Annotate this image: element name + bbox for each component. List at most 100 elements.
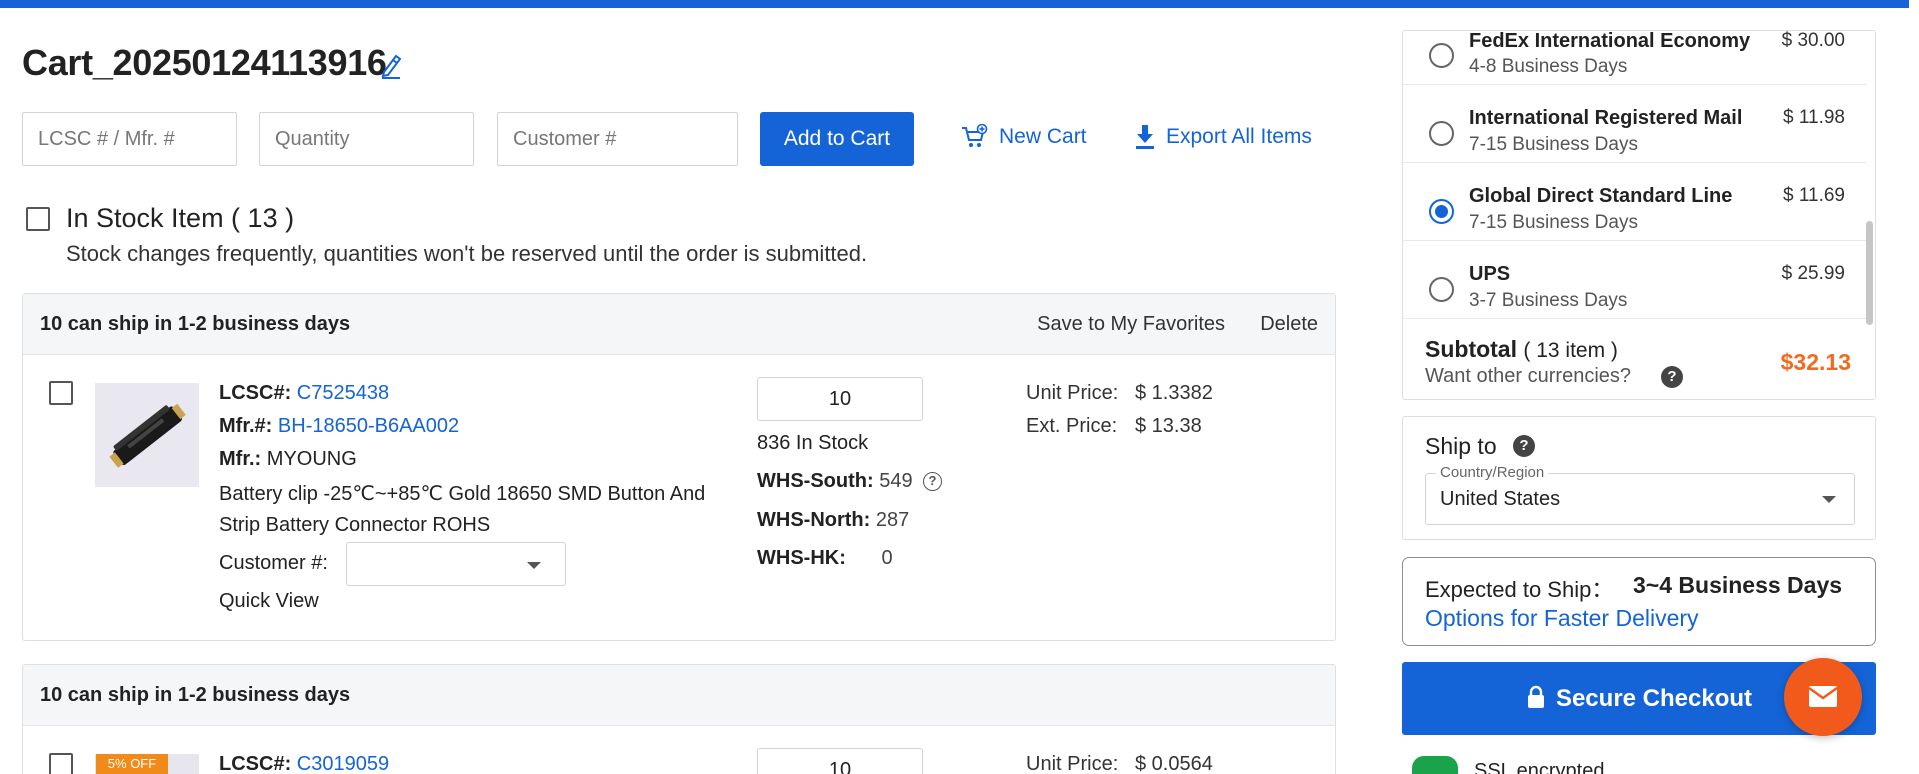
country-region-label: Country/Region — [1436, 464, 1549, 481]
lcsc-search-input[interactable]: LCSC # / Mfr. # — [22, 112, 237, 166]
lcsc-label: LCSC#: — [219, 753, 292, 774]
chevron-down-icon — [1822, 496, 1836, 503]
group-header: 10 can ship in 1-2 business days Save to… — [23, 294, 1335, 355]
help-icon[interactable]: ? — [1661, 366, 1683, 388]
lcsc-number-link[interactable]: C3019059 — [297, 753, 389, 774]
shipping-radio[interactable] — [1429, 43, 1454, 68]
currency-question: Want other currencies? — [1425, 365, 1632, 387]
customer-number-label: Customer #: — [219, 552, 328, 574]
shipping-option-days: 7-15 Business Days — [1469, 134, 1638, 155]
whs-hk-value: 0 — [881, 547, 893, 569]
shipping-option[interactable]: FedEx International Economy 4-8 Business… — [1403, 30, 1869, 85]
lcsc-label: LCSC#: — [219, 382, 292, 404]
shipping-option-name: Global Direct Standard Line — [1469, 185, 1733, 207]
shipping-options-panel: FedEx International Economy 4-8 Business… — [1402, 30, 1876, 400]
subtotal-count: ( 13 item ) — [1523, 339, 1618, 362]
secure-checkout-label: Secure Checkout — [1555, 685, 1753, 712]
stock-note: Stock changes frequently, quantities won… — [66, 241, 868, 266]
whs-hk-line: WHS-HK: 0 — [757, 547, 893, 570]
save-to-favorites-button[interactable]: Save to My Favorites — [1037, 313, 1225, 336]
group-header: 10 can ship in 1-2 business days — [23, 665, 1335, 726]
expected-ship-value: 3~4 Business Days — [1633, 572, 1843, 598]
shipping-option[interactable]: International Registered Mail 7-15 Busin… — [1403, 85, 1869, 163]
whs-hk-label: WHS-HK: — [757, 547, 846, 569]
unit-price-label: Unit Price: — [1026, 753, 1119, 774]
manufacturer-value: MYOUNG — [266, 448, 357, 470]
shipping-radio-selected[interactable] — [1429, 199, 1454, 224]
lcsc-number-line: LCSC#: C3019059 — [219, 753, 389, 774]
page-scrollbar[interactable] — [1909, 0, 1919, 774]
manufacturer-line: Mfr.: MYOUNG — [219, 448, 357, 471]
battery-clip-image — [95, 383, 199, 487]
shipping-option-price: $ 11.98 — [1783, 107, 1845, 128]
scrollbar-thumb[interactable] — [1866, 221, 1873, 325]
mfr-number-label: Mfr.#: — [219, 415, 273, 437]
quantity-field[interactable]: 10 — [757, 377, 923, 421]
country-region-select[interactable]: Country/Region United States — [1425, 464, 1855, 525]
message-fab-button[interactable] — [1784, 658, 1862, 736]
faster-delivery-link[interactable]: Options for Faster Delivery — [1425, 605, 1699, 632]
whs-south-label: WHS-South: — [757, 470, 874, 492]
help-icon[interactable]: ? — [1513, 435, 1535, 457]
export-all-items-label: Export All Items — [1166, 125, 1312, 148]
subtotal-title: Subtotal — [1425, 336, 1517, 362]
whs-north-label: WHS-North: — [757, 509, 871, 531]
in-stock-title: In Stock Item ( 13 ) — [66, 203, 295, 233]
shipping-option-days: 3-7 Business Days — [1469, 290, 1628, 311]
chevron-down-icon — [527, 562, 541, 569]
shipping-radio[interactable] — [1429, 121, 1454, 146]
mail-icon — [1808, 686, 1838, 707]
top-accent-bar — [0, 0, 1919, 8]
shipping-option-price: $ 30.00 — [1781, 30, 1845, 51]
description-line-1: Battery clip -25℃~+85℃ Gold 18650 SMD Bu… — [219, 483, 706, 505]
shipping-option-name: UPS — [1469, 263, 1511, 285]
discount-badge: 5% OFF — [96, 754, 168, 774]
ship-time-text: 10 can ship in 1-2 business days — [40, 684, 351, 706]
whs-south-value: 549 — [879, 470, 913, 492]
lcsc-number-line: LCSC#: C7525438 — [219, 382, 389, 405]
shipping-option-price: $ 25.99 — [1781, 263, 1845, 284]
lock-icon — [1527, 685, 1544, 708]
shipping-option-name: International Registered Mail — [1469, 107, 1743, 129]
shipping-radio[interactable] — [1429, 277, 1454, 302]
scrollbar-track[interactable] — [1867, 31, 1875, 399]
ext-price-label: Ext. Price: — [1026, 415, 1118, 437]
quantity-input[interactable]: Quantity — [259, 112, 474, 166]
lcsc-number-link[interactable]: C7525438 — [297, 382, 389, 404]
expected-ship-panel: Expected to Ship： 3~4 Business Days Opti… — [1402, 557, 1876, 646]
unit-price-label: Unit Price: — [1026, 382, 1119, 404]
new-cart-button[interactable]: New Cart — [961, 124, 1087, 150]
subtotal-value: $32.13 — [1780, 349, 1851, 375]
in-stock-count: 836 In Stock — [757, 432, 869, 454]
download-icon — [1136, 125, 1154, 149]
mfr-number-link[interactable]: BH-18650-B6AA002 — [278, 415, 459, 437]
item-checkbox[interactable] — [49, 753, 73, 774]
whs-south-line: WHS-South: 549 — [757, 470, 913, 493]
customer-number-input[interactable]: Customer # — [497, 112, 738, 166]
shipping-option[interactable]: Global Direct Standard Line 7-15 Busines… — [1403, 163, 1869, 241]
whs-north-line: WHS-North: 287 — [757, 509, 909, 532]
quantity-field[interactable]: 10 — [757, 748, 923, 774]
ssl-shield-icon — [1412, 756, 1458, 774]
quick-view-link[interactable]: Quick View — [219, 590, 319, 613]
select-all-in-stock-checkbox[interactable] — [26, 207, 50, 231]
subtotal-label: Subtotal ( 13 item ) — [1425, 336, 1618, 363]
ship-to-panel: Ship to ? Country/Region United States — [1402, 416, 1876, 540]
whs-north-value: 287 — [875, 509, 910, 531]
ext-price-value: $ 13.38 — [1135, 415, 1202, 437]
customer-number-select[interactable] — [346, 542, 566, 586]
delete-button[interactable]: Delete — [1260, 313, 1318, 336]
expected-ship-label: Expected to Ship： — [1425, 577, 1614, 602]
cart-title: Cart_20250124113916 — [22, 42, 387, 83]
unit-price-value: $ 0.0564 — [1135, 753, 1213, 774]
item-checkbox[interactable] — [49, 381, 73, 405]
shipping-option[interactable]: UPS 3-7 Business Days $ 25.99 — [1403, 241, 1869, 319]
export-all-items-button[interactable]: Export All Items — [1134, 124, 1312, 150]
product-image[interactable] — [95, 383, 199, 487]
mfr-number-line: Mfr.#: BH-18650-B6AA002 — [219, 415, 459, 438]
help-icon[interactable]: ? — [923, 472, 942, 491]
add-to-cart-button[interactable]: Add to Cart — [760, 112, 914, 166]
ssl-text: SSL encrypted — [1474, 760, 1605, 774]
edit-pencil-icon[interactable] — [378, 50, 406, 80]
description-line-2: Strip Battery Connector ROHS — [219, 514, 491, 536]
